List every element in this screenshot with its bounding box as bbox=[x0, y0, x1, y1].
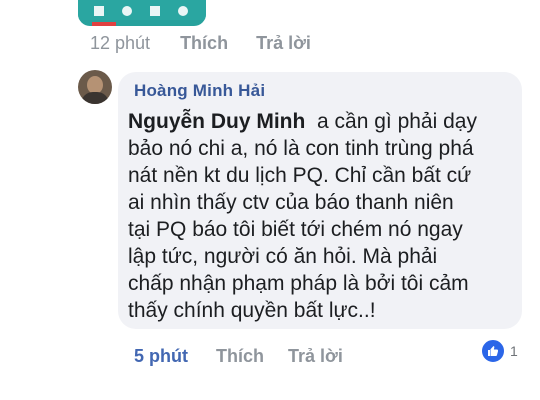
like-link[interactable]: Thích bbox=[216, 346, 264, 367]
comment-text: Nguyễn Duy Minh a cần gì phải dạy bảo nó… bbox=[128, 108, 518, 324]
comment-line: bảo nó chi a, nó là con tinh trùng phá bbox=[128, 137, 474, 160]
square-icon bbox=[150, 6, 160, 16]
image-nav-icons bbox=[92, 6, 192, 18]
avatar[interactable] bbox=[78, 70, 112, 104]
thumbs-up-icon bbox=[480, 338, 506, 364]
mention-link[interactable]: Nguyễn Duy Minh bbox=[128, 110, 305, 133]
square-icon bbox=[94, 6, 104, 16]
comment-line: chấp nhận phạm pháp là bởi tôi cảm bbox=[128, 272, 469, 295]
comment-actions: 5 phút Thích Trả lời bbox=[134, 346, 343, 367]
comment-line: thấy chính quyền bất lực..! bbox=[128, 299, 376, 322]
comment-bubble: Hoàng Minh Hải Nguyễn Duy Minh a cần gì … bbox=[118, 72, 522, 329]
comment-author[interactable]: Hoàng Minh Hải bbox=[134, 81, 265, 101]
previous-comment-actions: 12 phút Thích Trả lời bbox=[90, 33, 311, 54]
comment-line: tại PQ báo tôi biết tới chém nó ngay bbox=[128, 218, 463, 241]
comment-time[interactable]: 12 phút bbox=[90, 33, 150, 54]
reaction-summary[interactable]: 1 bbox=[480, 338, 518, 364]
reply-link[interactable]: Trả lời bbox=[288, 346, 343, 367]
reply-link[interactable]: Trả lời bbox=[256, 33, 311, 54]
comment-line: nát nền kt du lịch PQ. Chỉ cần bất cứ bbox=[128, 164, 472, 187]
comment-line: lập tức, người có ăn hỏi. Mà phải bbox=[128, 245, 438, 268]
circle-icon bbox=[122, 6, 132, 16]
image-accent-bar bbox=[92, 22, 116, 26]
comment-line: a cần gì phải dạy bbox=[317, 110, 477, 133]
like-link[interactable]: Thích bbox=[180, 33, 228, 54]
circle-icon bbox=[178, 6, 188, 16]
previous-comment-image[interactable] bbox=[78, 0, 206, 26]
reaction-count: 1 bbox=[510, 343, 518, 359]
comment-time[interactable]: 5 phút bbox=[134, 346, 188, 367]
avatar-body bbox=[81, 92, 109, 104]
comment-line: ai nhìn thấy ctv của báo thanh niên bbox=[128, 191, 454, 214]
